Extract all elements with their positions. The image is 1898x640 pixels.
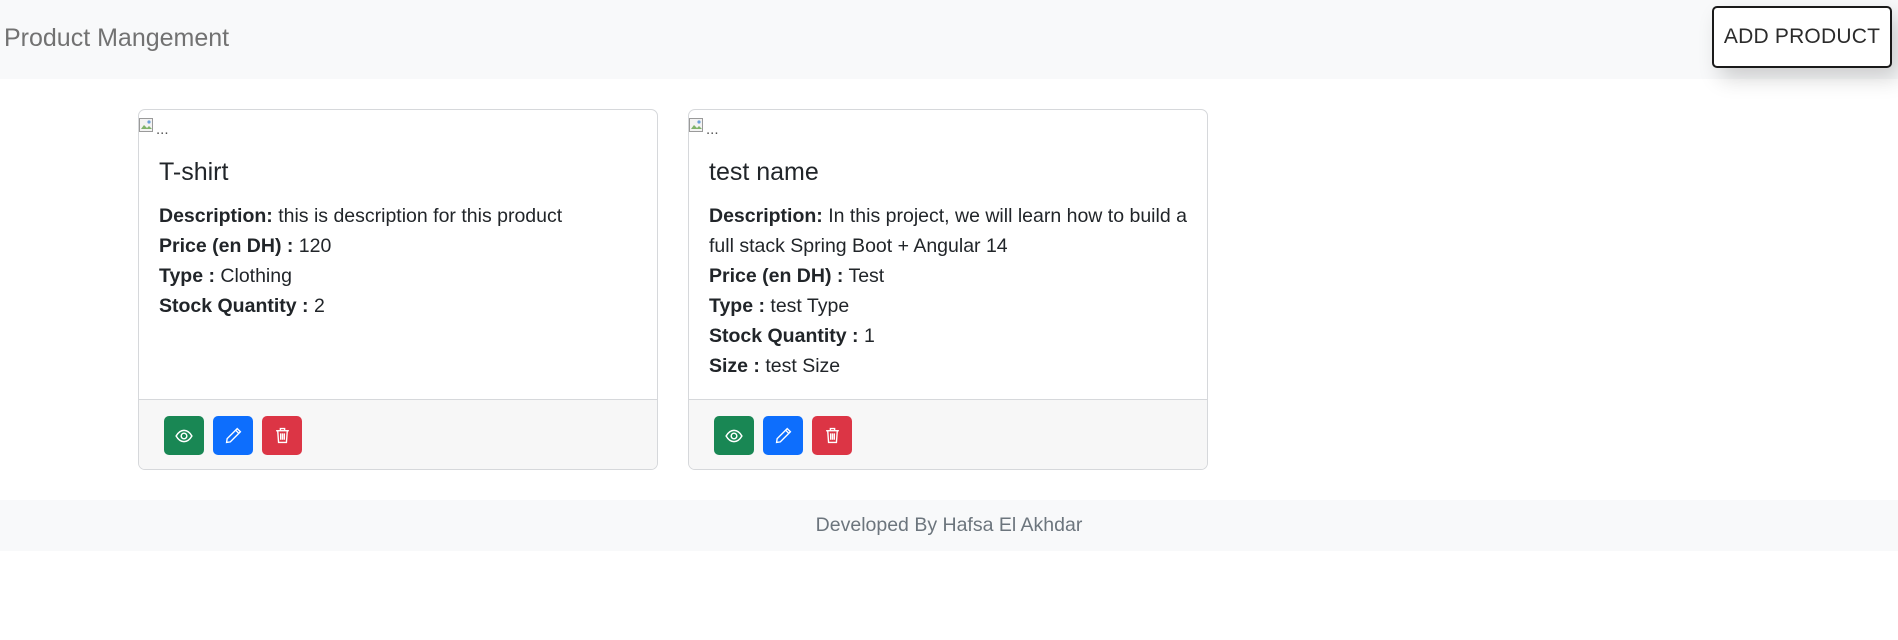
card-footer (689, 399, 1207, 469)
product-name: test name (709, 158, 819, 186)
description-label: Description: (709, 205, 823, 227)
stock-value: 1 (863, 325, 875, 347)
description-label: Description: (159, 205, 273, 227)
trash-icon (275, 427, 289, 444)
image-alt-text: ... (156, 121, 169, 138)
eye-icon (725, 429, 743, 442)
size-value: test Size (765, 355, 841, 377)
trash-icon (825, 427, 839, 444)
product-card: ... test name Description: In this proje… (688, 109, 1208, 470)
stock-label: Stock Quantity : (709, 325, 859, 347)
image-alt-text: ... (706, 121, 719, 138)
pencil-icon (225, 427, 241, 444)
type-label: Type : (159, 265, 215, 287)
price-value: 120 (298, 235, 332, 257)
type-field: Type : Clothing (159, 261, 641, 291)
card-footer (139, 399, 657, 469)
edit-button[interactable] (763, 416, 803, 455)
product-name: T-shirt (159, 158, 229, 186)
edit-button[interactable] (213, 416, 253, 455)
broken-image-icon (689, 118, 703, 132)
navbar-brand[interactable]: Product Mangement (4, 24, 229, 53)
description-field: Description: this is description for thi… (159, 201, 641, 231)
product-image: ... (139, 110, 169, 140)
description-field: Description: In this project, we will le… (709, 201, 1191, 261)
footer-text: Developed By Hafsa El Akhdar (815, 514, 1083, 536)
delete-button[interactable] (262, 416, 302, 455)
description-value: this is description for this product (278, 205, 563, 227)
price-value: Test (848, 265, 885, 287)
type-label: Type : (709, 295, 765, 317)
pencil-icon (775, 427, 791, 444)
type-value: Clothing (220, 265, 292, 287)
add-product-button[interactable]: ADD PRODUCT (1712, 6, 1892, 68)
product-image: ... (689, 110, 719, 140)
stock-value: 2 (313, 295, 325, 317)
view-button[interactable] (714, 416, 754, 455)
broken-image-icon (139, 118, 153, 132)
price-label: Price (en DH) : (159, 235, 294, 257)
size-field: Size : test Size (709, 351, 1191, 381)
stock-field: Stock Quantity : 2 (159, 291, 641, 321)
navbar: Product Mangement ADD PRODUCT (0, 0, 1898, 79)
page-footer: Developed By Hafsa El Akhdar (0, 500, 1898, 551)
type-field: Type : test Type (709, 291, 1191, 321)
size-label: Size : (709, 355, 760, 377)
type-value: test Type (770, 295, 850, 317)
card-body: test name Description: In this project, … (709, 160, 1191, 381)
price-field: Price (en DH) : 120 (159, 231, 641, 261)
product-card: ... T-shirt Description: this is descrip… (138, 109, 658, 470)
delete-button[interactable] (812, 416, 852, 455)
price-label: Price (en DH) : (709, 265, 844, 287)
price-field: Price (en DH) : Test (709, 261, 1191, 291)
view-button[interactable] (164, 416, 204, 455)
eye-icon (175, 429, 193, 442)
stock-field: Stock Quantity : 1 (709, 321, 1191, 351)
card-body: T-shirt Description: this is description… (159, 160, 641, 321)
stock-label: Stock Quantity : (159, 295, 309, 317)
